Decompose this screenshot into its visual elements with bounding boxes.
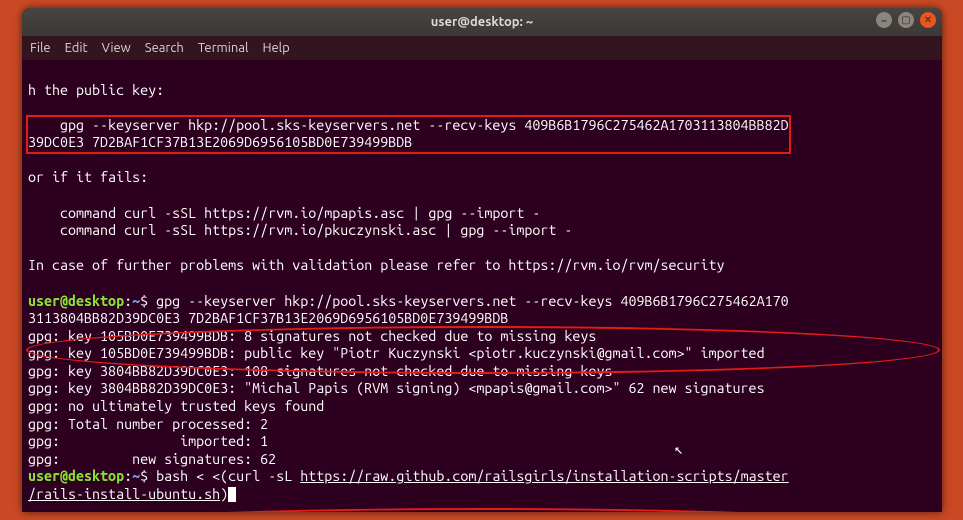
menu-file[interactable]: File [30,41,51,55]
prompt-path: ~ [132,293,140,309]
menubar: File Edit View Search Terminal Help [22,36,942,60]
window-controls: – ▢ ✕ [876,12,936,28]
output-line: In case of further problems with validat… [28,257,725,273]
menu-edit[interactable]: Edit [65,41,88,55]
output-line: gpg: Total number processed: 2 [28,416,268,432]
window-title: user@desktop: ~ [431,15,533,29]
prompt-dollar: $ [140,468,156,484]
prompt-dollar: $ [140,293,156,309]
menu-view[interactable]: View [102,41,131,55]
prompt-path: ~ [132,468,140,484]
output-line: or if it fails: [28,169,148,185]
menu-search[interactable]: Search [145,41,184,55]
output-line: gpg: key 105BD0E739499BDB: 8 signatures … [28,328,596,344]
output-line: gpg: imported: 1 [28,433,268,449]
prompt-sep: : [124,293,132,309]
output-line: gpg: key 3804BB82D39DC0E3: "Michal Papis… [28,380,765,396]
command-text: ) [220,486,228,502]
output-line: command curl -sSL https://rvm.io/mpapis.… [28,205,540,221]
terminal-body[interactable]: h the public key: gpg --keyserver hkp://… [22,60,942,512]
highlight-box-gpg: gpg --keyserver hkp://pool.sks-keyserver… [26,115,791,154]
prompt-user: user@desktop [28,468,124,484]
terminal-window: user@desktop: ~ – ▢ ✕ File Edit View Sea… [22,8,942,512]
output-line: command curl -sSL https://rvm.io/pkuczyn… [28,222,572,238]
command-url: /rails-install-ubuntu.sh [28,486,220,502]
output-line: 39DC0E3 7D2BAF1CF37B13E2069D6956105BD0E7… [28,134,412,150]
minimize-button[interactable]: – [876,12,892,28]
menu-terminal[interactable]: Terminal [198,41,249,55]
terminal-cursor [228,487,236,502]
command-text: bash < <(curl -sL [156,468,300,484]
maximize-button[interactable]: ▢ [898,12,914,28]
command-url: https://raw.github.com/railsgirls/instal… [300,468,788,484]
output-line: gpg --keyserver hkp://pool.sks-keyserver… [28,117,789,133]
titlebar[interactable]: user@desktop: ~ – ▢ ✕ [22,8,942,36]
prompt-user: user@desktop [28,293,124,309]
output-line: gpg: no ultimately trusted keys found [28,398,324,414]
output-line: gpg: new signatures: 62 [28,451,276,467]
command-text: 3113804BB82D39DC0E3 7D2BAF1CF37B13E2069D… [28,310,508,326]
prompt-sep: : [124,468,132,484]
output-line: gpg: key 3804BB82D39DC0E3: 108 signature… [28,363,612,379]
command-text: gpg --keyserver hkp://pool.sks-keyserver… [156,293,789,309]
menu-help[interactable]: Help [262,41,289,55]
close-button[interactable]: ✕ [920,12,936,28]
mouse-cursor-icon: ↖ [674,440,683,458]
annotation-ellipse-2 [26,508,940,512]
output-line: gpg: key 105BD0E739499BDB: public key "P… [28,345,765,361]
output-line: h the public key: [28,82,164,98]
